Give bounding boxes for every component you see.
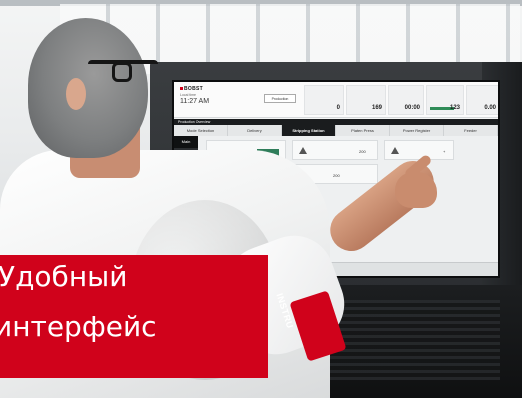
screen-header: BOBST Local time 11:27 AM Production 0 1… — [174, 82, 498, 118]
triangle-icon — [391, 147, 399, 154]
clock-time: 11:27 AM — [180, 98, 210, 105]
counter-block-2: 169 — [346, 85, 386, 115]
counter-value: 00:00 — [404, 105, 420, 111]
counter-value: 0.00 — [484, 105, 496, 111]
triangle-icon — [299, 147, 307, 154]
production-button[interactable]: Production — [264, 94, 296, 103]
tab-stripping-station[interactable]: Stripping Station — [282, 125, 336, 136]
setting-panel-4: 200 — [292, 140, 378, 160]
caption-line-1: Удобный — [0, 260, 128, 293]
counter-value: 123 — [449, 105, 460, 111]
time-label: Local time — [180, 93, 196, 97]
counter-value: 0 — [336, 105, 340, 111]
sidebar-item-main[interactable]: Main — [174, 136, 198, 148]
caption-banner: Удобный интерфейс — [0, 255, 268, 378]
counter-block-1: 0 — [304, 85, 344, 115]
station-tabs: Mode Selection Delivery Stripping Statio… — [174, 125, 498, 136]
counter-value: 169 — [371, 105, 382, 111]
plus-icon[interactable]: + — [443, 149, 445, 154]
tab-platen-press[interactable]: Platen Press — [336, 125, 390, 136]
brand-name: BOBST — [184, 86, 203, 92]
tab-mode-selection[interactable]: Mode Selection — [174, 125, 228, 136]
counter-block-4: 123 — [426, 85, 464, 115]
counter-block-5: 0.00 — [466, 85, 498, 115]
operator-head — [28, 18, 148, 158]
brand-dot-icon — [180, 87, 183, 90]
setting-panel-6: + — [384, 140, 454, 160]
photo-scene: BOBST Local time 11:27 AM Production 0 1… — [0, 0, 522, 398]
operator-ear — [66, 78, 86, 110]
tab-feeder[interactable]: Feeder — [444, 125, 498, 136]
tab-power-register[interactable]: Power Register — [390, 125, 444, 136]
tab-delivery[interactable]: Delivery — [228, 125, 282, 136]
operator-hand — [395, 172, 437, 208]
setpoint-value: 200 — [333, 173, 340, 178]
glasses-lens — [112, 62, 132, 82]
brand-logo: BOBST — [180, 86, 203, 92]
setpoint-value: 200 — [359, 149, 366, 154]
caption-line-2: интерфейс — [0, 310, 157, 343]
counter-block-3: 00:00 — [388, 85, 424, 115]
